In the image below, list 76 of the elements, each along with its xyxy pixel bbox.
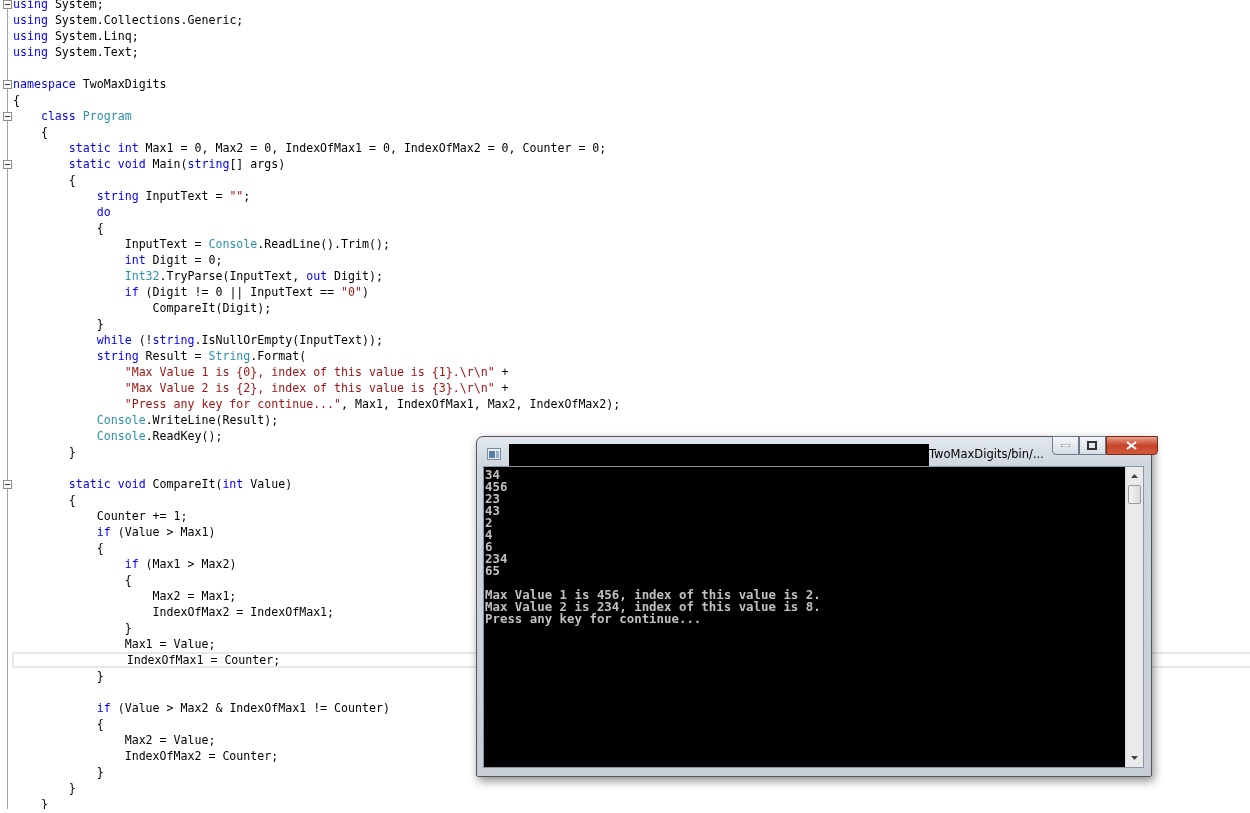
code-line: Int32.TryParse(InputText, out Digit); [124,268,383,284]
console-input-line: 65 [485,563,500,578]
code-line: do [96,204,111,220]
window-title: TwoMaxDigits/bin/... [929,446,1044,461]
code-line: int Digit = 0; [124,252,223,268]
code-line: "Press any key for continue...", Max1, IndexOfMax1, Max2, IndexOfMax2); [124,396,621,412]
minimize-button[interactable] [1051,436,1079,455]
close-button[interactable] [1105,436,1158,455]
code-line: Max2 = Value; [124,732,216,748]
scrollbar[interactable] [1125,467,1143,767]
restore-icon [1087,441,1098,450]
code-line: while (!string.IsNullOrEmpty(InputText)); [96,332,383,348]
code-line: { [96,540,104,556]
code-line: { [96,220,104,236]
code-line: if (Max1 > Max2) [124,556,237,572]
console-input-line: 23 [485,491,500,506]
code-line: } [96,316,104,332]
code-line: static void Main(string[] args) [68,156,286,172]
collapse-icon[interactable] [3,480,12,489]
code-line: { [124,572,132,588]
code-line: static int Max1 = 0, Max2 = 0, IndexOfMax1 = 0, IndexOfMax2 = 0, Counter = 0; [68,140,607,156]
code-line: if (Value > Max1) [96,524,216,540]
scroll-thumb[interactable] [1128,485,1141,504]
code-line: IndexOfMax2 = IndexOfMax1; [152,604,335,620]
scroll-down-icon[interactable] [1131,756,1138,760]
code-line: { [68,492,76,508]
console-input-line: 2 [485,515,493,530]
code-line: string InputText = ""; [96,188,251,204]
scroll-up-icon[interactable] [1131,474,1138,478]
collapse-icon[interactable] [3,160,12,169]
code-line: using System.Linq; [13,28,139,44]
code-line: } [68,780,76,796]
code-line: } [96,668,104,684]
close-icon [1126,441,1138,450]
code-line: { [96,716,104,732]
restore-button[interactable] [1078,436,1106,455]
collapse-icon[interactable] [3,80,12,89]
console-input-line: 6 [485,539,493,554]
code-line: } [68,444,76,460]
code-line: class Program [40,108,132,124]
code-line: using System.Text; [13,44,139,60]
code-line: Counter += 1; [96,508,188,524]
code-line: } [40,796,48,809]
code-line: using System.Collections.Generic; [13,12,244,28]
code-line: IndexOfMax1 = Counter; [126,654,281,666]
console-input-line: 4 [485,527,493,542]
code-line: Console.ReadKey(); [96,428,223,444]
console-output-line: Max Value 1 is 456, index of this value is 2. [485,587,821,602]
code-line: InputText = Console.ReadLine().Trim(); [124,236,390,252]
code-line: } [124,620,132,636]
code-line: IndexOfMax2 = Counter; [124,748,279,764]
console-app-icon [487,447,501,460]
minimize-icon [1060,444,1070,447]
code-line: Max1 = Value; [124,636,216,652]
code-line: Max2 = Max1; [152,588,237,604]
console-input-line: 43 [485,503,500,518]
console-input-line: 234 [485,551,508,566]
code-line: } [96,764,104,780]
code-line: if (Digit != 0 || InputText == "0") [124,284,369,300]
code-line: "Max Value 2 is {2}, index of this value is {3}.\r\n" + [124,380,509,396]
console-output-line: Max Value 2 is 234, index of this value is 8. [485,599,821,614]
code-line: Console.WriteLine(Result); [96,412,279,428]
code-line: using System; [13,0,104,12]
code-line: namespace TwoMaxDigits [13,76,167,92]
code-line: CompareIt(Digit); [152,300,272,316]
code-line: "Max Value 1 is {0}, index of this value is {1}.\r\n" + [124,364,509,380]
code-line: { [68,172,76,188]
console-input-line: 34 [485,467,500,482]
code-line: { [13,92,20,108]
code-line: static void CompareIt(int Value) [68,476,293,492]
code-line: string Result = String.Format( [96,348,307,364]
code-line: { [40,124,48,140]
collapse-icon[interactable] [3,112,12,121]
collapse-icon[interactable] [3,0,12,9]
code-line: if (Value > Max2 & IndexOfMax1 != Counter) [96,700,390,716]
console-input-line: 456 [485,479,508,494]
